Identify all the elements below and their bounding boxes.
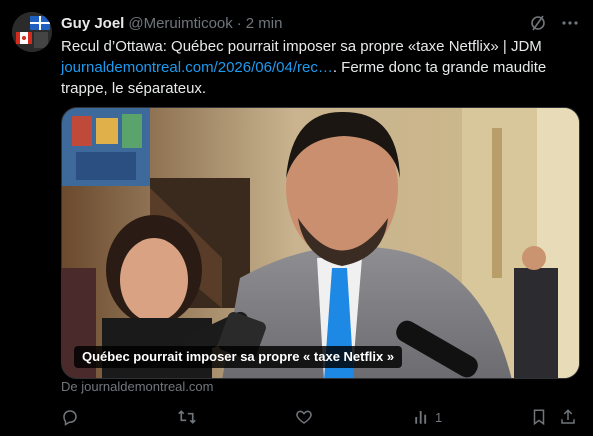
views-count: 1 (435, 409, 443, 425)
tweet-header: Guy Joel @Meruimticook · 2 min (61, 13, 579, 33)
link-card-media[interactable]: Québec pourrait imposer sa propre « taxe… (61, 107, 580, 379)
bookmark-icon (531, 408, 547, 426)
bookmark-button[interactable] (531, 405, 547, 429)
author-name[interactable]: Guy Joel (61, 15, 124, 32)
avatar-image (12, 12, 52, 52)
media-caption: Québec pourrait imposer sa propre « taxe… (74, 346, 403, 368)
share-button[interactable] (559, 405, 577, 429)
reply-button[interactable] (61, 405, 83, 429)
timestamp[interactable]: 2 min (246, 15, 283, 32)
tweet-text-start: Recul d’Ottawa: Québec pourrait imposer … (61, 38, 542, 55)
like-icon (295, 408, 313, 426)
views-icon (413, 408, 431, 426)
retweet-button[interactable] (177, 405, 201, 429)
article-link[interactable]: journaldemontreal.com/2026/06/04/rec… (61, 59, 333, 76)
author-handle[interactable]: @Meruimticook (128, 15, 232, 32)
tweet-text: Recul d’Ottawa: Québec pourrait imposer … (61, 36, 581, 99)
retweet-icon (177, 408, 197, 426)
action-bar: 1 (61, 405, 581, 429)
like-button[interactable] (295, 405, 317, 429)
link-source[interactable]: De journaldemontreal.com (61, 379, 213, 394)
grok-slash-icon[interactable] (529, 14, 547, 32)
more-options-icon[interactable] (561, 14, 579, 32)
views-button[interactable]: 1 (413, 405, 442, 429)
avatar[interactable] (12, 12, 52, 52)
share-icon (559, 408, 577, 426)
separator-dot: · (236, 14, 242, 32)
reply-icon (61, 408, 79, 426)
news-photo (62, 108, 579, 378)
